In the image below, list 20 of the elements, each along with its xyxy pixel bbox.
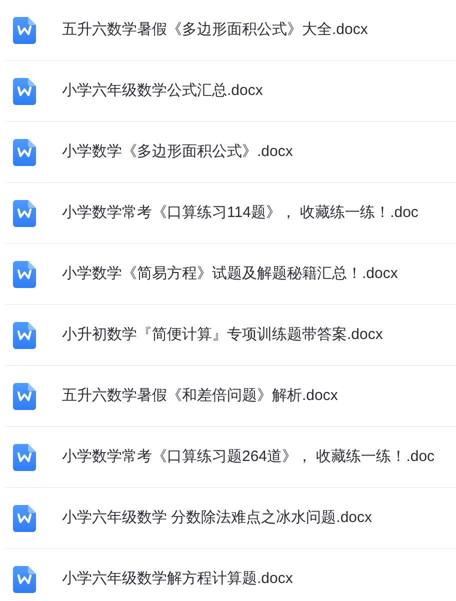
document-icon [13,322,36,348]
file-name[interactable]: 五升六数学暑假《和差倍问题》解析.docx [62,384,338,408]
document-icon [13,444,36,470]
file-name[interactable]: 五升六数学暑假《多边形面积公式》大全.docx [62,18,368,42]
file-name[interactable]: 小学数学常考《口算练习114题》， 收藏练一练！.doc [62,202,418,224]
file-name[interactable]: 小学数学常考《口算练习题264道》， 收藏练一练！.doc [62,446,435,468]
file-name[interactable]: 小学六年级数学 分数除法难点之冰水问题.docx [62,506,372,530]
document-icon [13,566,36,592]
file-name[interactable]: 小学数学《多边形面积公式》.docx [62,140,293,164]
document-icon [13,504,36,532]
file-name[interactable]: 小升初数学『简便计算』专项训练题带答案.docx [62,324,383,346]
file-name[interactable]: 小学六年级数学解方程计算题.docx [62,568,293,590]
document-icon [13,260,36,288]
document-icon [13,200,36,226]
document-icon [13,78,36,104]
document-icon [13,138,36,166]
file-name[interactable]: 小学六年级数学公式汇总.docx [62,80,263,102]
document-icon [13,16,36,44]
file-name[interactable]: 小学数学《简易方程》试题及解题秘籍汇总！.docx [62,262,398,286]
document-icon [13,382,36,410]
